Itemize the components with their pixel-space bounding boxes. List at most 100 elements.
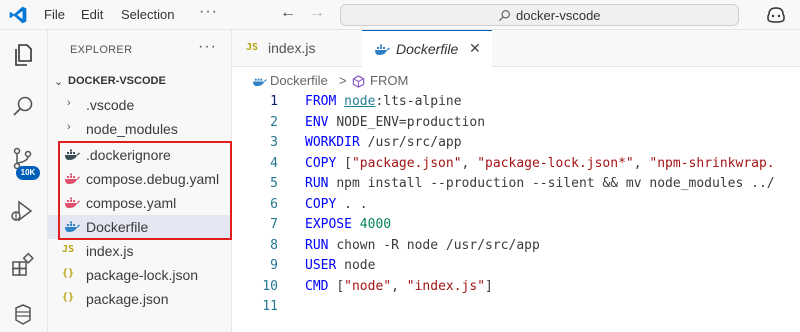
code-keyword: EXPOSE: [305, 217, 360, 232]
tree-item-dockerfile[interactable]: Dockerfile: [48, 215, 232, 239]
tab-dockerfile[interactable]: Dockerfile ✕: [362, 30, 492, 68]
menu-file[interactable]: File: [44, 5, 65, 25]
run-debug-icon[interactable]: [10, 198, 36, 224]
code-line[interactable]: 3 WORKDIR /usr/src/app: [232, 135, 800, 155]
line-number: 11: [262, 299, 278, 314]
tree-item-compose-yaml[interactable]: compose.yaml: [48, 191, 232, 215]
explorer-sidebar: EXPLORER ··· ⌄ DOCKER-VSCODE › .vscode ›…: [48, 30, 232, 332]
docker-file-icon: [65, 149, 80, 160]
code-line[interactable]: 4 COPY ["package.json", "package-lock.jso…: [232, 156, 800, 176]
activity-bar: 10K: [0, 30, 48, 332]
code-keyword: RUN: [305, 176, 337, 191]
tree-item-label: compose.debug.yaml: [86, 171, 220, 187]
code-keyword: COPY: [305, 155, 345, 171]
chevron-right-icon: ›: [67, 97, 71, 109]
tree-item-label: .dockerignore: [86, 147, 171, 163]
vscode-logo-icon[interactable]: [8, 5, 28, 25]
code-line[interactable]: 7 EXPOSE 4000: [232, 217, 800, 237]
tree-item-compose-debug-yaml[interactable]: compose.debug.yaml: [48, 167, 232, 191]
code-editor[interactable]: 1 FROM node:lts-alpine 2 ENV NODE_ENV=produ…: [232, 92, 800, 332]
tab-label: index.js: [268, 40, 316, 56]
code-line[interactable]: 10 CMD ["node", "index.js"]: [232, 279, 800, 299]
code-token: NODE_ENV=production: [336, 114, 486, 130]
breadcrumb-file[interactable]: Dockerfile: [270, 73, 328, 88]
search-icon[interactable]: [10, 94, 36, 120]
workspace-root-label: DOCKER-VSCODE: [68, 75, 166, 87]
code-text: RUN chown -R node /usr/src/app: [305, 238, 540, 253]
code-text: FROM node:lts-alpine: [305, 94, 462, 109]
tree-item-label: compose.yaml: [86, 195, 177, 211]
code-text: ENV NODE_ENV=production: [305, 115, 485, 130]
tab-index-js[interactable]: JS index.js: [232, 30, 350, 67]
code-line[interactable]: 6 COPY . .: [232, 197, 800, 217]
code-line[interactable]: 11: [232, 299, 800, 319]
editor-tabs: JS index.js Dockerfile ✕: [232, 30, 800, 68]
chevron-right-icon: ›: [67, 121, 71, 133]
tree-item-index-js[interactable]: JS index.js: [48, 239, 232, 263]
code-line[interactable]: 8 RUN chown -R node /usr/src/app: [232, 238, 800, 258]
code-line[interactable]: 2 ENV NODE_ENV=production: [232, 115, 800, 135]
code-keyword: COPY: [305, 196, 345, 212]
tree-item-vscode-folder[interactable]: › .vscode: [48, 93, 232, 117]
line-number: 1: [270, 94, 278, 109]
tree-item-dockerignore[interactable]: .dockerignore: [48, 143, 232, 167]
explorer-files-icon[interactable]: [10, 42, 36, 68]
explorer-title: EXPLORER: [70, 44, 133, 56]
code-string: "package.json": [351, 155, 462, 171]
tree-item-label: index.js: [86, 243, 134, 259]
code-token: ,: [633, 155, 650, 171]
breadcrumb-symbol[interactable]: FROM: [370, 73, 408, 88]
code-text: EXPOSE 4000: [305, 217, 391, 232]
extensions-icon[interactable]: [10, 252, 36, 278]
javascript-file-icon: JS: [246, 42, 259, 53]
code-token: [: [344, 155, 352, 171]
docker-file-icon: [253, 78, 267, 87]
breadcrumb-separator: >: [339, 73, 347, 88]
code-token: [: [336, 278, 345, 294]
forward-arrow-icon[interactable]: →: [309, 4, 325, 22]
menu-more-button[interactable]: ···: [199, 3, 218, 21]
line-number: 8: [270, 237, 278, 253]
tree-item-label: node_modules: [86, 121, 178, 137]
command-center-search[interactable]: docker-vscode: [340, 4, 739, 26]
code-string: "index.js": [406, 278, 486, 294]
docker-compose-file-icon: [65, 173, 80, 184]
tree-item-node-modules-folder[interactable]: › node_modules: [48, 117, 232, 141]
code-keyword: USER: [305, 258, 345, 273]
chevron-down-icon: ⌄: [54, 76, 64, 88]
code-text: WORKDIR /usr/src/app: [305, 135, 462, 150]
tab-label: Dockerfile: [396, 41, 459, 57]
menu-selection[interactable]: Selection: [121, 5, 174, 25]
code-line[interactable]: 5 RUN npm install --production --silent &…: [232, 176, 800, 196]
tree-item-package-json[interactable]: {} package.json: [48, 287, 232, 311]
copilot-icon[interactable]: [766, 6, 786, 24]
code-token: node: [344, 94, 376, 109]
docker-icon[interactable]: [10, 302, 36, 328]
code-token: node: [344, 258, 376, 273]
code-token: chown -R node /usr/src/app: [336, 237, 540, 253]
tree-item-label: package.json: [86, 291, 169, 307]
menu-edit[interactable]: Edit: [81, 5, 103, 25]
tree-item-package-lock-json[interactable]: {} package-lock.json: [48, 263, 232, 287]
docker-file-icon: [375, 44, 390, 55]
code-line[interactable]: 1 FROM node:lts-alpine: [232, 94, 800, 114]
breadcrumb: Dockerfile > FROM: [232, 70, 800, 92]
javascript-file-icon: JS: [62, 244, 75, 255]
code-text: CMD ["node", "index.js"]: [305, 279, 493, 294]
close-icon[interactable]: ✕: [469, 40, 481, 57]
tree-item-label: Dockerfile: [86, 219, 149, 235]
json-file-icon: {}: [62, 292, 75, 303]
symbol-class-icon: [352, 75, 365, 88]
workspace-root-folder[interactable]: ⌄ DOCKER-VSCODE: [48, 71, 232, 93]
tree-item-label: package-lock.json: [86, 267, 199, 283]
line-number: 9: [270, 258, 278, 273]
code-token: . .: [344, 196, 368, 212]
explorer-more-button[interactable]: ···: [198, 38, 217, 56]
code-string: "npm-shrinkwrap.: [649, 155, 775, 171]
code-keyword: ENV: [305, 114, 337, 130]
code-token: ,: [391, 278, 407, 294]
line-number: 3: [270, 135, 278, 150]
code-line[interactable]: 9 USER node: [232, 258, 800, 278]
code-keyword: RUN: [305, 237, 337, 253]
back-arrow-icon[interactable]: ←: [280, 4, 296, 22]
